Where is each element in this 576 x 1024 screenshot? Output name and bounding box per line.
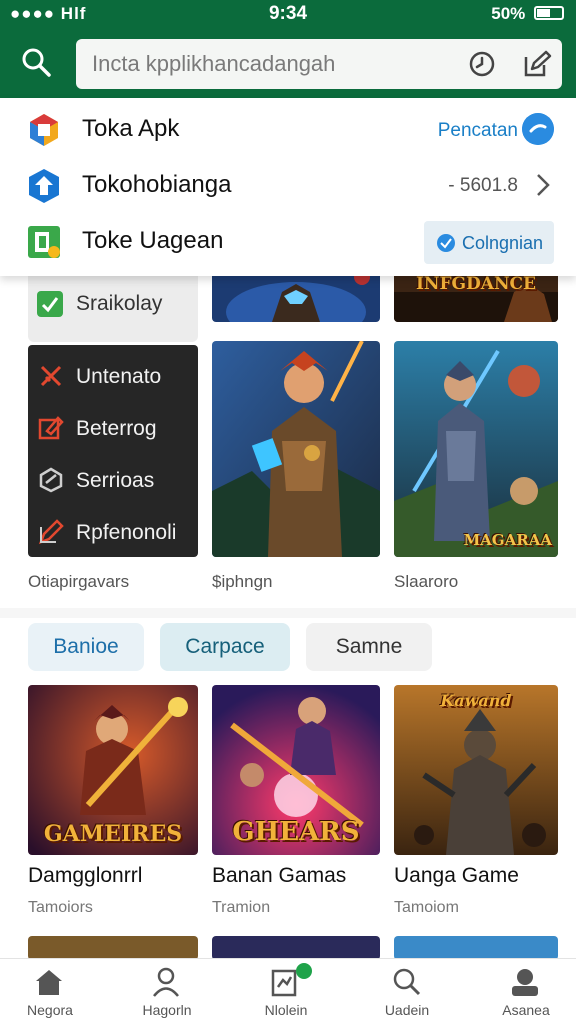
category-item[interactable]: Beterrog xyxy=(28,401,198,453)
suggestion-button-label: Colngnian xyxy=(462,233,544,253)
section-divider xyxy=(0,608,576,618)
search-icon[interactable] xyxy=(20,46,52,78)
game-title[interactable]: Damgglonrrl xyxy=(28,864,142,888)
game-art-title: Kawand xyxy=(440,691,512,710)
banner-badge: MAGARAA xyxy=(463,531,552,549)
game-artwork xyxy=(212,341,380,557)
open-icon[interactable] xyxy=(522,113,554,145)
category-item[interactable]: Untenato xyxy=(28,349,198,401)
game-art-title: GHEARS xyxy=(232,817,360,847)
history-icon[interactable] xyxy=(468,50,496,78)
search-icon xyxy=(393,968,421,996)
game-card-image[interactable] xyxy=(212,341,380,557)
suggestion-name: Toke Uagean xyxy=(82,227,224,254)
nav-label: Uadein xyxy=(384,1002,430,1018)
game-title[interactable]: Banan Gamas xyxy=(212,864,346,888)
edit-icon[interactable] xyxy=(522,49,552,79)
suggestion-item[interactable]: Tokohobianga - 5601.8 xyxy=(0,156,576,212)
suggestion-size: - 5601.8 xyxy=(448,175,518,196)
battery-indicator: 50% xyxy=(491,4,564,24)
game-card-image[interactable]: Kawand xyxy=(394,685,558,855)
filter-chip-selected[interactable]: Carpace xyxy=(160,623,290,671)
suggestion-item[interactable]: Toka Apk Pencatan xyxy=(0,100,576,156)
notification-badge xyxy=(296,963,312,979)
nav-item-search[interactable]: Uadein xyxy=(357,959,457,1024)
category-label: Beterrog xyxy=(76,417,157,440)
edit-square-icon xyxy=(38,416,64,440)
battery-icon xyxy=(534,6,564,20)
search-box xyxy=(76,39,562,89)
section-caption: $iphngn xyxy=(212,572,273,591)
banner-title: INFGDANCE xyxy=(415,274,537,294)
status-bar: ●●●● Hlf 9:34 50% xyxy=(0,0,576,28)
app-logo-icon xyxy=(30,114,58,146)
suggestion-item[interactable]: Toke Uagean Colngnian xyxy=(0,212,576,268)
nav-label: Asanea xyxy=(502,1002,550,1018)
filter-chip[interactable]: Banioe xyxy=(28,623,144,671)
app-header: ●●●● Hlf 9:34 50% xyxy=(0,0,576,100)
game-card-image[interactable] xyxy=(212,936,380,960)
cube-icon xyxy=(39,467,63,493)
game-card-image[interactable]: GHEARS xyxy=(212,685,380,855)
nav-item-profile[interactable]: Hagorln xyxy=(117,959,217,1024)
category-menu: Untenato Beterrog Serrioas Rpfenonoli xyxy=(28,345,198,557)
category-item[interactable]: Rpfenonoli xyxy=(28,505,198,557)
filter-chip[interactable]: Samne xyxy=(306,623,432,671)
nav-label: Nlolein xyxy=(264,1002,308,1018)
nav-label: Negora xyxy=(27,1002,73,1018)
category-label: Serrioas xyxy=(76,469,155,492)
battery-label: 50% xyxy=(491,4,526,23)
category-label: Rpfenonoli xyxy=(76,521,177,544)
category-label: Untenato xyxy=(76,365,162,388)
game-artwork xyxy=(394,685,558,855)
section-caption: Slaaroro xyxy=(394,572,459,591)
suggestion-name: Toka Apk xyxy=(82,115,180,142)
check-circle-icon xyxy=(437,234,455,252)
game-card-image[interactable]: GAMEIRES xyxy=(28,685,198,855)
bottom-navigation: Negora Hagorln Nlolein Uadein Asanea xyxy=(0,958,576,1024)
nav-item-home[interactable]: Negora xyxy=(0,959,100,1024)
category-item[interactable]: Serrioas xyxy=(28,453,198,505)
app-logo-icon xyxy=(28,226,60,258)
person-icon xyxy=(153,967,179,997)
search-input[interactable] xyxy=(92,49,462,79)
section-caption: Otiapirgavars xyxy=(28,572,130,591)
category-selected[interactable]: Sraikolay xyxy=(28,276,198,342)
status-time: 9:34 xyxy=(268,3,308,24)
search-suggestions: Toka Apk Pencatan Tokohobianga - 5601.8 … xyxy=(0,98,576,276)
game-artwork xyxy=(394,341,558,557)
account-icon xyxy=(512,969,538,996)
game-card-image[interactable]: MAGARAA xyxy=(394,341,558,557)
category-label: Sraikolay xyxy=(76,292,163,315)
pencil-icon xyxy=(38,519,64,545)
app-logo-icon xyxy=(29,169,59,203)
game-card-image[interactable] xyxy=(394,936,558,960)
nav-label: Hagorln xyxy=(142,1002,192,1018)
nav-item-account[interactable]: Asanea xyxy=(476,959,576,1024)
nav-item-updates[interactable]: Nlolein xyxy=(236,959,336,1024)
suggestion-name: Tokohobianga xyxy=(82,171,232,198)
suggestion-action-link[interactable]: Pencatan xyxy=(438,120,518,142)
game-subtitle: Tamoiors xyxy=(28,899,93,916)
game-subtitle: Tamoiom xyxy=(394,899,459,916)
home-icon xyxy=(36,970,62,995)
game-subtitle: Tramion xyxy=(212,899,271,916)
chevron-right-icon[interactable] xyxy=(534,172,552,198)
game-title[interactable]: Uanga Game xyxy=(394,864,519,888)
game-art-title: GAMEIRES xyxy=(43,821,183,847)
game-card-image[interactable] xyxy=(28,936,198,960)
sword-icon xyxy=(40,365,62,387)
suggestion-button[interactable]: Colngnian xyxy=(424,221,554,264)
check-square-icon xyxy=(37,291,63,317)
